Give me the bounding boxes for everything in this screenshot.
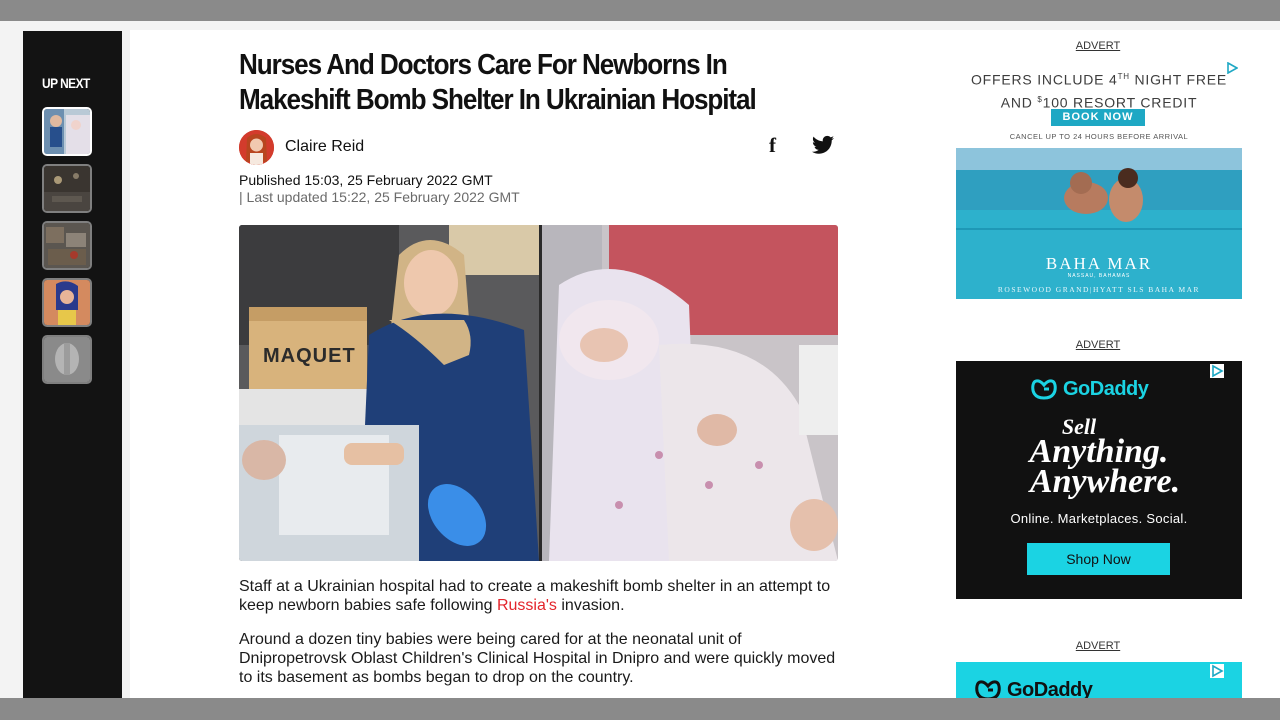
ad1-photo: BAHA MAR NASSAU, BAHAMAS ROSEWOOD GRAND|… xyxy=(956,148,1242,299)
godaddy-headline: Sell Anything. Anywhere. xyxy=(956,416,1242,500)
ad-choices-icon[interactable] xyxy=(1210,664,1224,678)
author-avatar-image xyxy=(239,130,274,165)
published-date: Published 15:03, 25 February 2022 GMT xyxy=(239,172,493,188)
article-paragraph-1: Staff at a Ukrainian hospital had to cre… xyxy=(239,577,849,615)
ad1-cancel-text: CANCEL UP TO 24 HOURS BEFORE ARRIVAL xyxy=(1009,132,1189,141)
godaddy-shop-now-button[interactable]: Shop Now xyxy=(1027,543,1170,575)
godaddy-brand-text: GoDaddy xyxy=(1007,678,1093,699)
russia-link[interactable]: Russia's xyxy=(497,597,557,614)
up-next-thumb-4[interactable] xyxy=(42,278,92,327)
ad1-offer-line2-end: 100 RESORT CREDIT xyxy=(1042,94,1198,111)
hero-image: MAQUET xyxy=(239,225,838,561)
advert-label-2: ADVERT xyxy=(1075,339,1121,351)
up-next-rail: UP NEXT xyxy=(23,31,122,698)
ad1-offer-text: OFFERS INCLUDE 4TH NIGHT FREE AND $100 R… xyxy=(956,67,1242,112)
ad1-brand: BAHA MAR xyxy=(1045,254,1153,273)
ad1-hotels: ROSEWOOD GRAND|HYATT SLS BAHA MAR xyxy=(997,285,1201,294)
up-next-thumb-3[interactable] xyxy=(42,221,92,270)
author-name[interactable]: Claire Reid xyxy=(285,138,364,156)
thumb-3-image xyxy=(44,223,90,268)
up-next-thumb-2[interactable] xyxy=(42,164,92,213)
godaddy-line3: Anywhere. xyxy=(1029,463,1181,500)
page: UP NEXT Nurses And Doctors Care For Newb… xyxy=(0,21,1280,698)
twitter-icon[interactable] xyxy=(812,135,834,155)
ad1-offer-line2-start: AND xyxy=(1000,94,1038,111)
hero-photo: MAQUET xyxy=(239,225,838,561)
article-paragraph-2: Around a dozen tiny babies were being ca… xyxy=(239,631,836,686)
article-headline: Nurses And Doctors Care For Newborns In … xyxy=(239,49,757,116)
browser-top-bar xyxy=(0,0,1280,21)
ad-godaddy-2[interactable]: GoDaddy xyxy=(956,662,1242,698)
browser-bottom-bar xyxy=(0,698,1280,720)
godaddy-icon xyxy=(1031,379,1057,400)
author-avatar[interactable] xyxy=(239,130,274,165)
advert-label-3: ADVERT xyxy=(1075,640,1121,652)
ad-baha-mar[interactable]: OFFERS INCLUDE 4TH NIGHT FREE AND $100 R… xyxy=(956,59,1242,299)
ad1-book-now-button[interactable]: BOOK NOW xyxy=(1051,109,1145,126)
thumb-5-image xyxy=(44,337,90,382)
ad1-offer-line1-end: NIGHT FREE xyxy=(1129,71,1228,88)
godaddy-icon xyxy=(975,680,1001,698)
godaddy-logo: GoDaddy xyxy=(1030,377,1149,401)
author-row: Claire Reid f xyxy=(239,129,838,165)
ad1-brand-sub: NASSAU, BAHAMAS xyxy=(1067,273,1131,279)
up-next-thumb-5[interactable] xyxy=(42,335,92,384)
hero-box-label: MAQUET xyxy=(263,345,356,367)
facebook-icon[interactable]: f xyxy=(769,133,776,158)
ad1-offer-sup1: TH xyxy=(1117,72,1130,81)
advert-label-1: ADVERT xyxy=(1075,40,1121,52)
up-next-thumb-1[interactable] xyxy=(42,107,92,156)
thumb-4-image xyxy=(44,280,90,325)
ad-godaddy[interactable]: GoDaddy Sell Anything. Anywhere. Online.… xyxy=(956,361,1242,599)
up-next-title: UP NEXT xyxy=(42,75,90,91)
ad-choices-icon[interactable] xyxy=(1210,364,1224,378)
ad1-offer-line1: OFFERS INCLUDE 4 xyxy=(970,71,1118,88)
thumb-1-image xyxy=(44,109,90,154)
godaddy-logo: GoDaddy xyxy=(974,678,1093,699)
paragraph-1-text-end: invasion. xyxy=(556,597,625,614)
godaddy-brand-text: GoDaddy xyxy=(1063,377,1149,400)
godaddy-tagline: Online. Marketplaces. Social. xyxy=(1010,511,1188,526)
last-updated-date: | Last updated 15:22, 25 February 2022 G… xyxy=(239,189,520,205)
thumb-2-image xyxy=(44,166,90,211)
